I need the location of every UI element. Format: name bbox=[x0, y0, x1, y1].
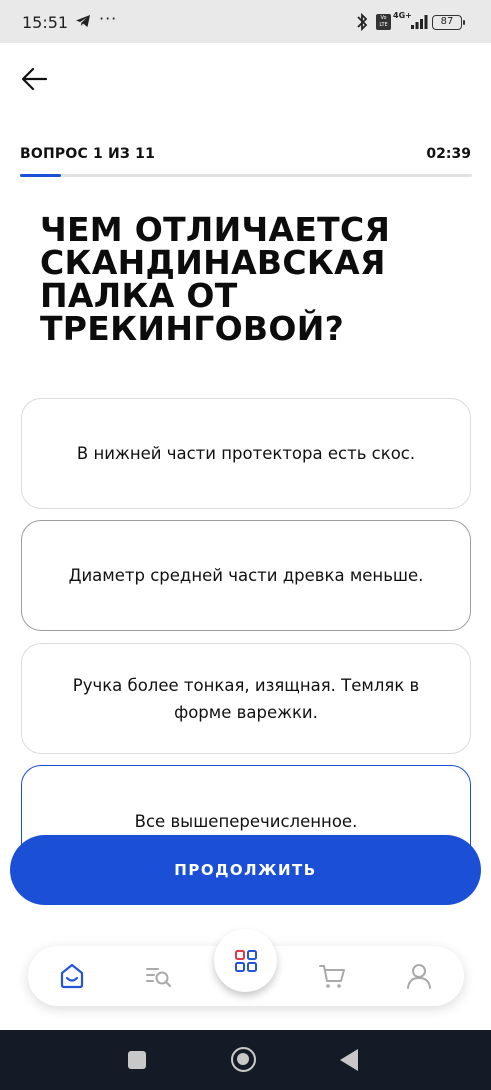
system-back-button[interactable] bbox=[340, 1049, 358, 1071]
recents-button[interactable] bbox=[128, 1051, 146, 1069]
answer-option-label: В нижней части протектора есть скос. bbox=[76, 444, 416, 463]
tab-search[interactable] bbox=[142, 960, 174, 992]
home-icon bbox=[60, 963, 84, 989]
question-counter: ВОПРОС 1 ИЗ 11 bbox=[20, 146, 156, 162]
quiz-progress-bar bbox=[20, 174, 472, 177]
status-bar: 15:51 ··· Vo LTE 4G+ 87 bbox=[0, 0, 491, 43]
tab-home[interactable] bbox=[56, 960, 88, 992]
profile-icon bbox=[407, 964, 431, 989]
arrow-left-icon bbox=[21, 67, 48, 91]
tab-cart[interactable] bbox=[316, 960, 348, 992]
bluetooth-icon bbox=[357, 12, 368, 32]
answer-option-2[interactable]: Диаметр средней части древка меньше. bbox=[21, 520, 471, 631]
catalog-grid-icon bbox=[234, 949, 257, 972]
signal-icon bbox=[411, 15, 428, 29]
telegram-icon bbox=[76, 15, 90, 27]
answer-option-label: Все вышеперечисленное. bbox=[134, 812, 358, 831]
search-list-icon bbox=[146, 968, 171, 987]
more-notifications-icon: ··· bbox=[99, 9, 118, 28]
answer-option-3[interactable]: Ручка более тонкая, изящная. Темляк в фо… bbox=[21, 643, 471, 754]
status-time: 15:51 bbox=[22, 13, 69, 32]
tab-catalog[interactable] bbox=[214, 929, 277, 992]
system-navigation-bar bbox=[0, 1030, 491, 1090]
answer-option-1[interactable]: В нижней части протектора есть скос. bbox=[21, 398, 471, 509]
quiz-timer: 02:39 bbox=[426, 146, 471, 162]
battery-icon: 87 bbox=[432, 15, 465, 30]
cart-icon bbox=[319, 965, 345, 988]
question-title: ЧЕМ ОТЛИЧАЕТСЯ СКАНДИНАВСКАЯ ПАЛКА ОТ ТР… bbox=[40, 210, 391, 348]
quiz-progress-fill bbox=[20, 174, 62, 177]
back-button[interactable] bbox=[18, 62, 52, 96]
answer-option-label: Диаметр средней части древка меньше. bbox=[68, 566, 424, 585]
answer-option-label: Ручка более тонкая, изящная. Темляк в фо… bbox=[72, 675, 420, 722]
continue-button[interactable]: ПРОДОЛЖИТЬ bbox=[10, 835, 481, 905]
volte-icon: Vo LTE bbox=[376, 14, 391, 30]
home-button[interactable] bbox=[231, 1047, 256, 1072]
tab-profile[interactable] bbox=[403, 960, 435, 992]
